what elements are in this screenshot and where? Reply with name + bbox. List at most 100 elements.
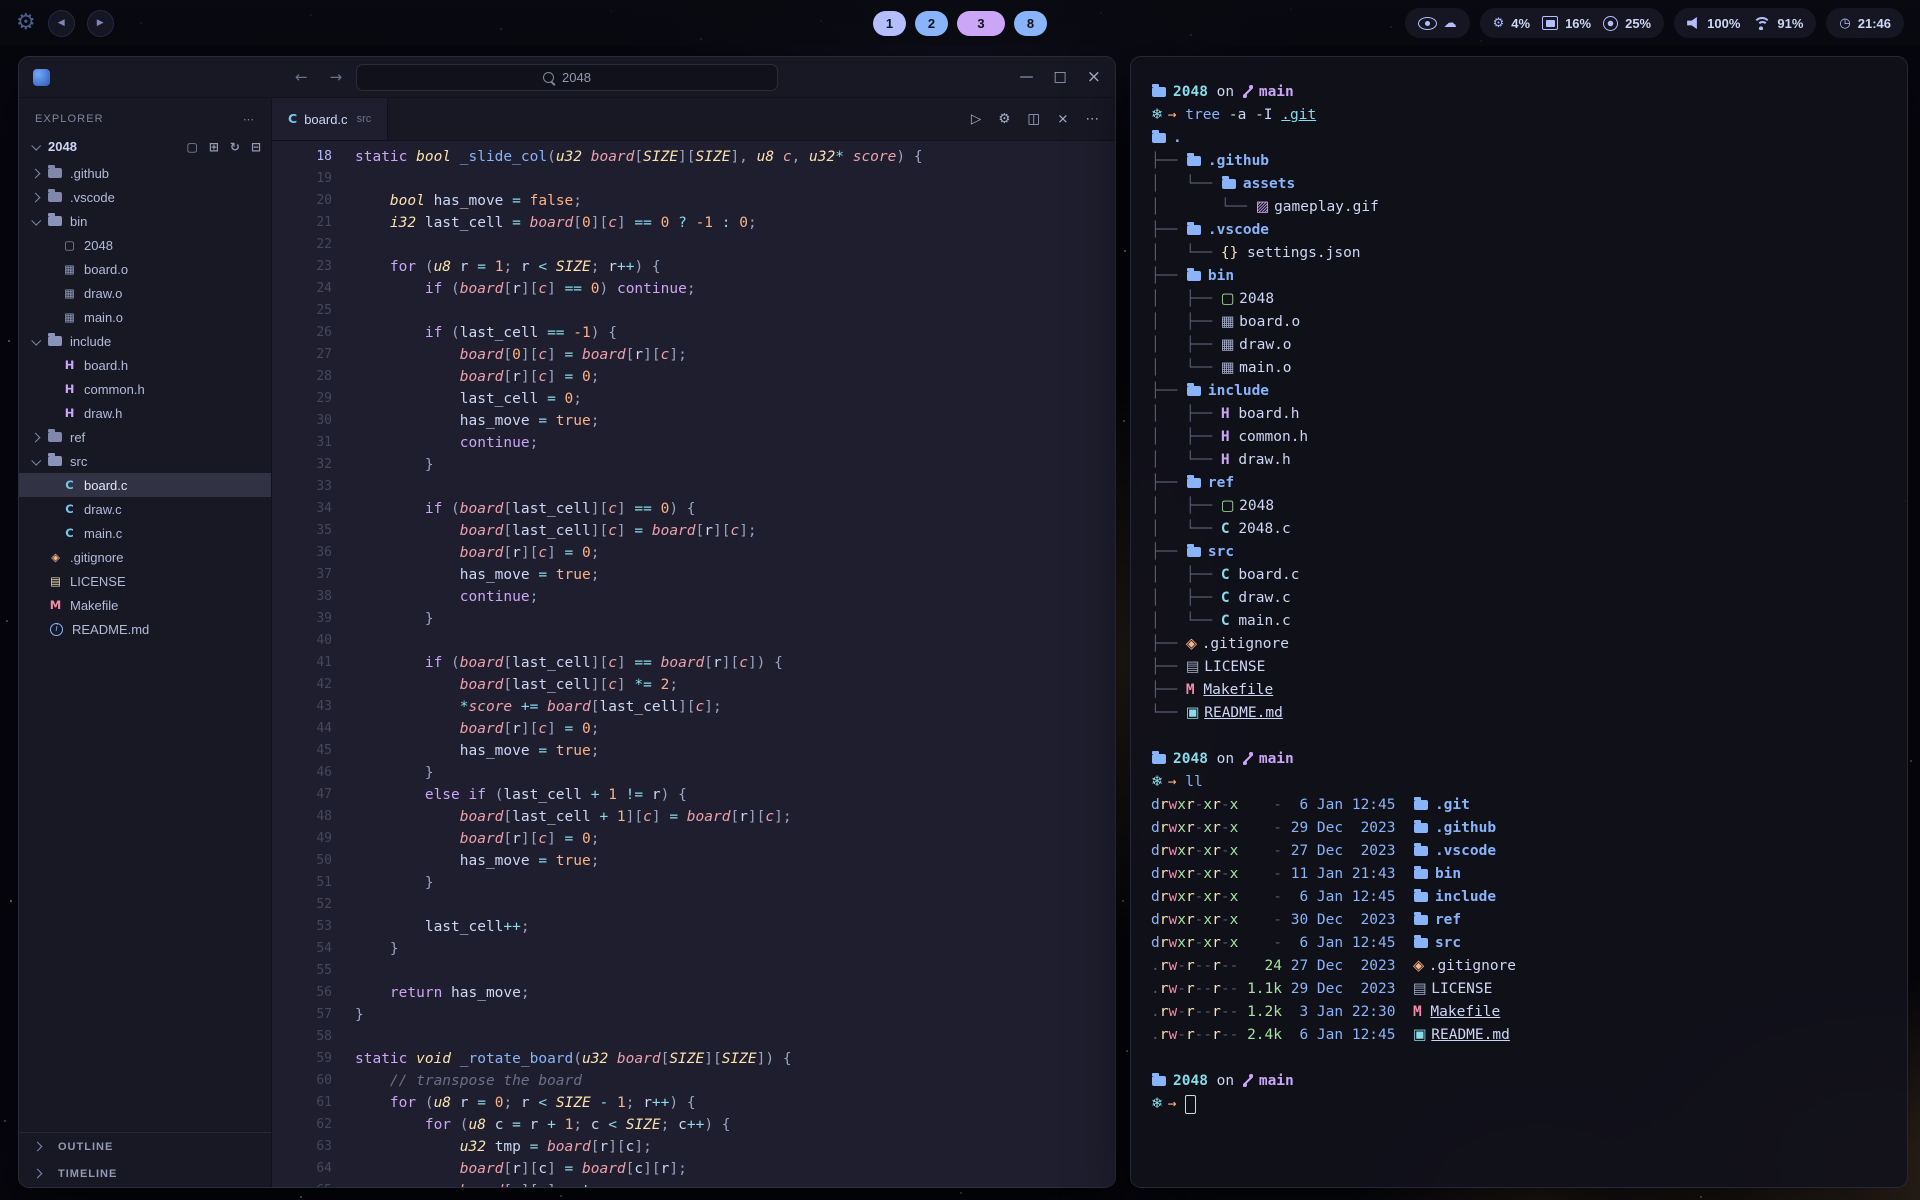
- code-line-55[interactable]: 55: [272, 960, 1115, 982]
- explorer-item-board.h[interactable]: Hboard.h: [19, 353, 271, 377]
- code-line-58[interactable]: 58: [272, 1026, 1115, 1048]
- more-button[interactable]: ⋯: [1086, 111, 1100, 127]
- code-line-23[interactable]: 23 for (u8 r = 1; r < SIZE; r++) {: [272, 256, 1115, 278]
- workspace-2[interactable]: 2: [915, 11, 948, 36]
- close-button[interactable]: ×: [1087, 69, 1101, 86]
- code-line-54[interactable]: 54 }: [272, 938, 1115, 960]
- code-line-18[interactable]: 18static bool _slide_col(u32 board[SIZE]…: [272, 146, 1115, 168]
- code-line-60[interactable]: 60 // transpose the board: [272, 1070, 1115, 1092]
- workspace-8[interactable]: 8: [1014, 11, 1047, 36]
- weather-widget[interactable]: ☁: [1405, 8, 1470, 38]
- explorer-item-common.h[interactable]: Hcommon.h: [19, 377, 271, 401]
- code-line-49[interactable]: 49 board[r][c] = 0;: [272, 828, 1115, 850]
- explorer-item-include[interactable]: include: [19, 329, 271, 353]
- code-line-33[interactable]: 33: [272, 476, 1115, 498]
- code-line-53[interactable]: 53 last_cell++;: [272, 916, 1115, 938]
- explorer-item-ref[interactable]: ref: [19, 425, 271, 449]
- code-line-52[interactable]: 52: [272, 894, 1115, 916]
- code-editor[interactable]: 18static bool _slide_col(u32 board[SIZE]…: [272, 141, 1115, 1187]
- code-line-64[interactable]: 64 board[r][c] = board[c][r];: [272, 1158, 1115, 1180]
- code-line-34[interactable]: 34 if (board[last_cell][c] == 0) {: [272, 498, 1115, 520]
- explorer-item-Makefile[interactable]: MMakefile: [19, 593, 271, 617]
- code-line-19[interactable]: 19: [272, 168, 1115, 190]
- code-line-61[interactable]: 61 for (u8 r = 0; r < SIZE - 1; r++) {: [272, 1092, 1115, 1114]
- explorer-item-.gitignore[interactable]: ◈.gitignore: [19, 545, 271, 569]
- minimize-button[interactable]: —: [1020, 70, 1034, 84]
- code-line-42[interactable]: 42 board[last_cell][c] *= 2;: [272, 674, 1115, 696]
- run-button[interactable]: ▷: [971, 111, 981, 127]
- code-line-44[interactable]: 44 board[r][c] = 0;: [272, 718, 1115, 740]
- forward-button[interactable]: →: [330, 70, 343, 85]
- code-line-51[interactable]: 51 }: [272, 872, 1115, 894]
- new-file-button[interactable]: ▢: [186, 140, 197, 154]
- code-line-56[interactable]: 56 return has_move;: [272, 982, 1115, 1004]
- code-line-63[interactable]: 63 u32 tmp = board[r][c];: [272, 1136, 1115, 1158]
- explorer-item-src[interactable]: src: [19, 449, 271, 473]
- audio-network-widget[interactable]: 100% 91%: [1674, 8, 1816, 38]
- code-line-40[interactable]: 40: [272, 630, 1115, 652]
- explorer-item-bin[interactable]: bin: [19, 209, 271, 233]
- code-line-21[interactable]: 21 i32 last_cell = board[0][c] == 0 ? -1…: [272, 212, 1115, 234]
- explorer-item-2048[interactable]: ▢2048: [19, 233, 271, 257]
- code-line-30[interactable]: 30 has_move = true;: [272, 410, 1115, 432]
- code-line-24[interactable]: 24 if (board[r][c] == 0) continue;: [272, 278, 1115, 300]
- code-line-39[interactable]: 39 }: [272, 608, 1115, 630]
- code-line-36[interactable]: 36 board[r][c] = 0;: [272, 542, 1115, 564]
- close-button[interactable]: ×: [1057, 111, 1068, 127]
- launcher-icon[interactable]: ⚙: [16, 12, 36, 34]
- code-line-38[interactable]: 38 continue;: [272, 586, 1115, 608]
- explorer-item-README.md[interactable]: iREADME.md: [19, 617, 271, 641]
- command-center-search[interactable]: 2048: [356, 64, 778, 91]
- code-line-35[interactable]: 35 board[last_cell][c] = board[r][c];: [272, 520, 1115, 542]
- workspace-1[interactable]: 1: [873, 11, 906, 36]
- timeline-panel[interactable]: TIMELINE: [19, 1160, 271, 1187]
- back-button[interactable]: ←: [295, 70, 308, 85]
- tab-board-c[interactable]: C board.c src: [272, 98, 388, 140]
- clock-widget[interactable]: ◷ 21:46: [1826, 8, 1904, 38]
- code-line-26[interactable]: 26 if (last_cell == -1) {: [272, 322, 1115, 344]
- code-line-22[interactable]: 22: [272, 234, 1115, 256]
- explorer-item-.github[interactable]: .github: [19, 161, 271, 185]
- explorer-item-board.c[interactable]: Cboard.c: [19, 473, 271, 497]
- explorer-item-draw.o[interactable]: ▦draw.o: [19, 281, 271, 305]
- code-line-41[interactable]: 41 if (board[last_cell][c] == board[r][c…: [272, 652, 1115, 674]
- explorer-more-icon[interactable]: ⋯: [243, 114, 255, 125]
- new-folder-button[interactable]: ⊞: [209, 140, 219, 154]
- code-line-62[interactable]: 62 for (u8 c = r + 1; c < SIZE; c++) {: [272, 1114, 1115, 1136]
- explorer-item-main.c[interactable]: Cmain.c: [19, 521, 271, 545]
- code-line-50[interactable]: 50 has_move = true;: [272, 850, 1115, 872]
- code-line-47[interactable]: 47 else if (last_cell + 1 != r) {: [272, 784, 1115, 806]
- code-line-48[interactable]: 48 board[last_cell + 1][c] = board[r][c]…: [272, 806, 1115, 828]
- gear-button[interactable]: ⚙: [998, 111, 1010, 127]
- refresh-button[interactable]: ↻: [230, 140, 240, 154]
- code-line-37[interactable]: 37 has_move = true;: [272, 564, 1115, 586]
- code-line-32[interactable]: 32 }: [272, 454, 1115, 476]
- system-stats[interactable]: ⚙ 4% 16% 25%: [1480, 8, 1665, 38]
- explorer-item-main.o[interactable]: ▦main.o: [19, 305, 271, 329]
- code-line-27[interactable]: 27 board[0][c] = board[r][c];: [272, 344, 1115, 366]
- media-next-button[interactable]: ▶: [87, 10, 114, 37]
- explorer-root-folder[interactable]: 2048 ▢⊞↻⊟: [19, 134, 271, 159]
- explorer-item-draw.h[interactable]: Hdraw.h: [19, 401, 271, 425]
- split-button[interactable]: ◫: [1027, 111, 1040, 127]
- code-line-65[interactable]: 65 board[c][r] = tmp;: [272, 1180, 1115, 1187]
- outline-panel[interactable]: OUTLINE: [19, 1133, 271, 1160]
- media-prev-button[interactable]: ◀: [48, 10, 75, 37]
- explorer-item-.vscode[interactable]: .vscode: [19, 185, 271, 209]
- code-line-45[interactable]: 45 has_move = true;: [272, 740, 1115, 762]
- explorer-item-draw.c[interactable]: Cdraw.c: [19, 497, 271, 521]
- code-line-29[interactable]: 29 last_cell = 0;: [272, 388, 1115, 410]
- maximize-button[interactable]: □: [1054, 70, 1067, 84]
- code-line-25[interactable]: 25: [272, 300, 1115, 322]
- explorer-item-board.o[interactable]: ▦board.o: [19, 257, 271, 281]
- code-line-43[interactable]: 43 *score += board[last_cell][c];: [272, 696, 1115, 718]
- code-line-57[interactable]: 57}: [272, 1004, 1115, 1026]
- collapse-all-button[interactable]: ⊟: [251, 140, 261, 154]
- explorer-item-LICENSE[interactable]: ▤LICENSE: [19, 569, 271, 593]
- terminal-window[interactable]: 2048 on main❄ → tree -a -I .git.├── .git…: [1130, 56, 1908, 1188]
- code-line-20[interactable]: 20 bool has_move = false;: [272, 190, 1115, 212]
- workspace-3[interactable]: 3: [957, 11, 1005, 36]
- code-line-28[interactable]: 28 board[r][c] = 0;: [272, 366, 1115, 388]
- code-line-31[interactable]: 31 continue;: [272, 432, 1115, 454]
- code-line-59[interactable]: 59static void _rotate_board(u32 board[SI…: [272, 1048, 1115, 1070]
